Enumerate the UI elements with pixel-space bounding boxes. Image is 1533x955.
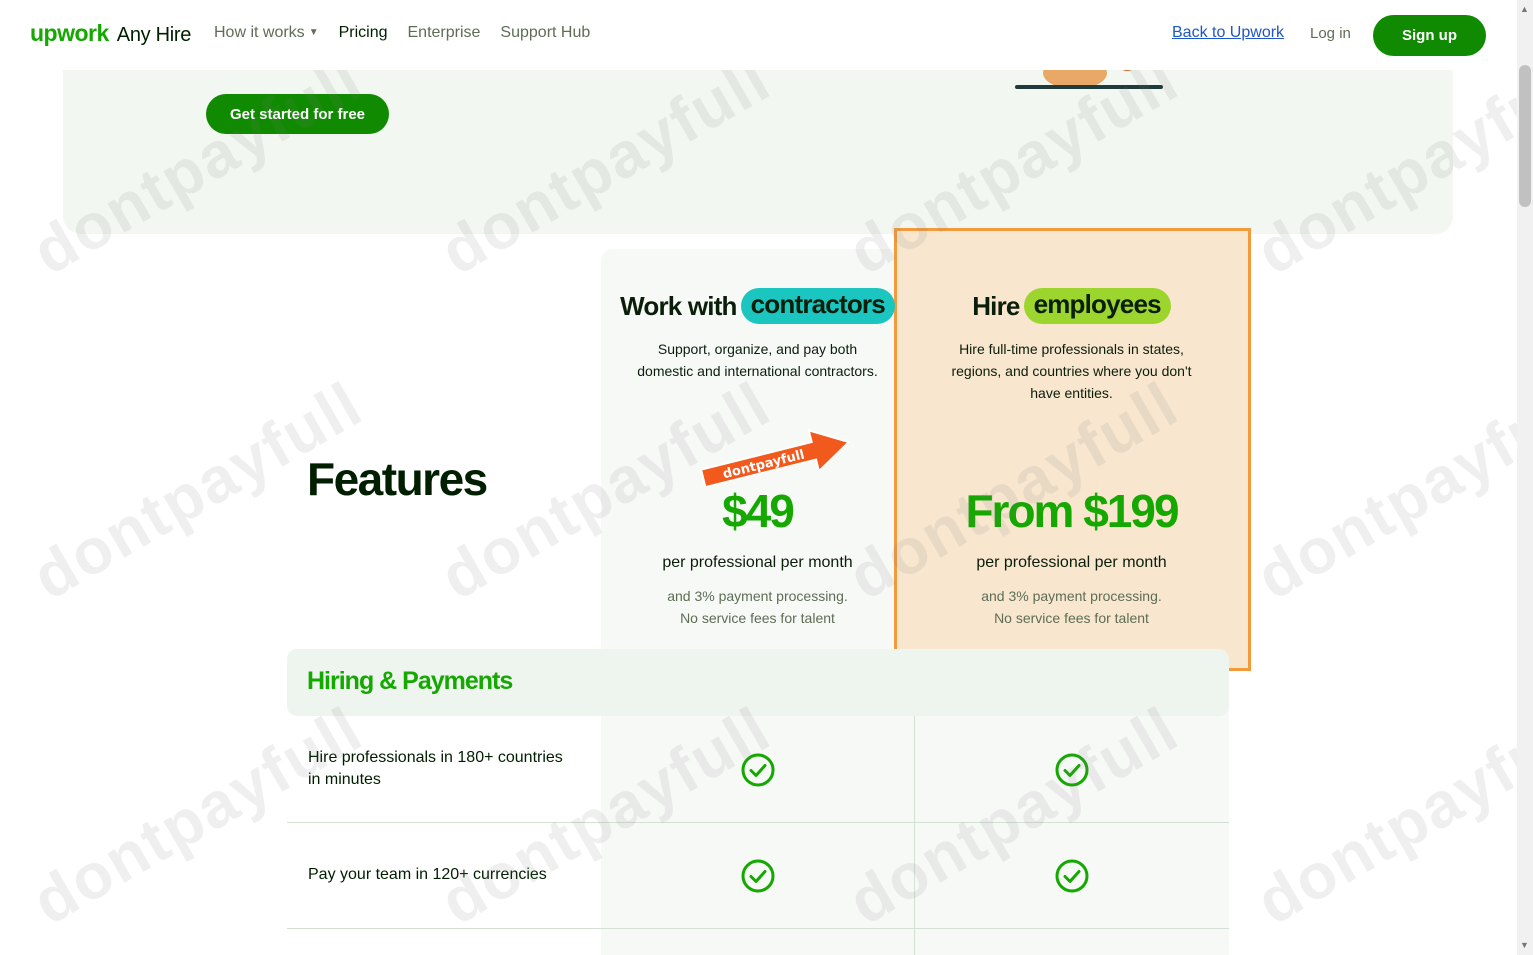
employees-fine-line: and 3% payment processing. bbox=[981, 588, 1162, 604]
check-circle-icon bbox=[1055, 859, 1089, 893]
feature-label-line: Hire professionals in 180+ countries bbox=[308, 749, 563, 766]
check-circle-icon bbox=[741, 753, 775, 787]
employees-title-prefix: Hire bbox=[972, 290, 1020, 321]
contractors-price-unit: per professional per month bbox=[662, 554, 853, 571]
scroll-down-arrow-icon[interactable]: ▼ bbox=[1520, 940, 1529, 950]
check-circle-icon bbox=[741, 859, 775, 893]
employees-desc-line: regions, and countries where you don't bbox=[951, 363, 1192, 379]
contractors-plan-description: Support, organize, and pay both domestic… bbox=[601, 338, 914, 382]
feature-label-line: in minutes bbox=[308, 771, 381, 788]
chevron-down-icon: ▼ bbox=[308, 27, 319, 38]
feature-row: Pay your team in 120+ currencies bbox=[287, 823, 1229, 929]
nav-pricing[interactable]: Pricing bbox=[339, 24, 388, 42]
main-nav: How it works ▼ Pricing Enterprise Support… bbox=[214, 24, 590, 42]
watermark: dontpayfull bbox=[1244, 367, 1533, 614]
contractors-plan-header: Work with contractors Support, organize,… bbox=[601, 288, 914, 382]
employees-plan-title: Hire employees bbox=[914, 288, 1229, 324]
column-divider bbox=[914, 716, 915, 955]
logo-brand: upwork bbox=[30, 20, 109, 46]
contractors-title-pill: contractors bbox=[740, 288, 895, 324]
employees-plan-description: Hire full-time professionals in states, … bbox=[914, 338, 1229, 404]
promo-arrow-badge-icon: dontpayfull bbox=[699, 428, 851, 489]
page-scrollbar[interactable]: ▲ ▼ bbox=[1517, 0, 1533, 955]
contractors-title-prefix: Work with bbox=[620, 290, 737, 321]
feature-label: Hire professionals in 180+ countries in … bbox=[308, 747, 598, 791]
contractors-plan-title: Work with contractors bbox=[601, 288, 914, 324]
section-title: Hiring & Payments bbox=[307, 667, 513, 695]
promo-badge-text: dontpayfull bbox=[721, 447, 806, 482]
employees-title-pill: employees bbox=[1023, 288, 1171, 324]
employees-desc-line: have entities. bbox=[1030, 385, 1113, 401]
employees-fine-print: and 3% payment processing. No service fe… bbox=[914, 585, 1229, 629]
employees-fine-line: No service fees for talent bbox=[994, 610, 1149, 626]
contractors-fine-line: No service fees for talent bbox=[680, 610, 835, 626]
feature-row: Hire professionals in 180+ countries in … bbox=[287, 717, 1229, 823]
employees-price-unit: per professional per month bbox=[976, 554, 1167, 571]
contractors-desc-line: Support, organize, and pay both bbox=[657, 341, 858, 357]
nav-how-it-works-label: How it works bbox=[214, 24, 305, 41]
feature-label-line: Pay your team in 120+ currencies bbox=[308, 866, 547, 883]
employees-desc-line: Hire full-time professionals in states, bbox=[959, 341, 1184, 357]
contractors-fine-line: and 3% payment processing. bbox=[667, 588, 848, 604]
login-link[interactable]: Log in bbox=[1310, 25, 1351, 42]
hero-banner bbox=[63, 55, 1453, 234]
top-navigation: upwork Any Hire How it works ▼ Pricing En… bbox=[0, 0, 1517, 70]
employees-plan-header: Hire employees Hire full-time profession… bbox=[914, 288, 1229, 404]
scroll-up-arrow-icon[interactable]: ▲ bbox=[1520, 4, 1529, 14]
signup-button[interactable]: Sign up bbox=[1373, 15, 1486, 56]
nav-enterprise[interactable]: Enterprise bbox=[408, 24, 481, 42]
hiring-payments-section-header: Hiring & Payments bbox=[287, 649, 1229, 716]
logo-product: Any Hire bbox=[116, 24, 192, 46]
contractors-fine-print: and 3% payment processing. No service fe… bbox=[601, 585, 914, 629]
employees-price: From $199 bbox=[965, 485, 1179, 537]
get-started-button[interactable]: Get started for free bbox=[206, 94, 389, 134]
back-to-upwork-link[interactable]: Back to Upwork bbox=[1172, 24, 1284, 42]
check-circle-icon bbox=[1055, 753, 1089, 787]
nav-support-hub[interactable]: Support Hub bbox=[500, 24, 590, 42]
features-heading: Features bbox=[307, 453, 488, 505]
scrollbar-thumb[interactable] bbox=[1519, 65, 1531, 207]
feature-label: Pay your team in 120+ currencies bbox=[308, 864, 598, 886]
contractors-desc-line: domestic and international contractors. bbox=[637, 363, 878, 379]
watermark: dontpayfull bbox=[1244, 692, 1533, 939]
upwork-any-hire-logo[interactable]: upwork Any Hire bbox=[30, 20, 191, 47]
nav-how-it-works[interactable]: How it works ▼ bbox=[214, 24, 319, 42]
